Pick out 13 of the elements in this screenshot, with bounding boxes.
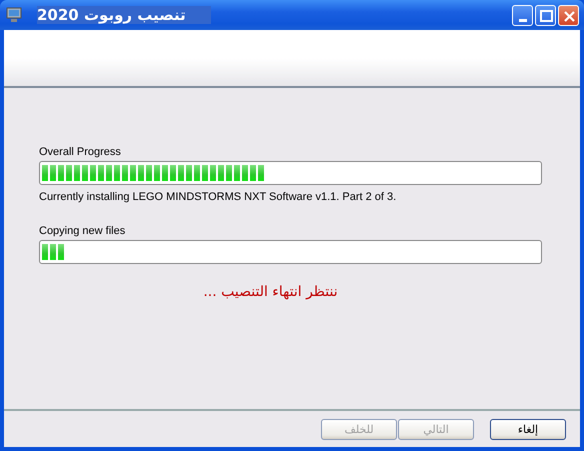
minimize-button[interactable]: [512, 4, 533, 26]
wizard-button[interactable]: إلغاء: [490, 418, 566, 440]
computer-icon: [5, 7, 23, 23]
close-icon: [564, 10, 576, 22]
waiting-message: ننتظر انتهاء التنصيب ...: [203, 284, 338, 300]
maximize-icon: [540, 10, 553, 22]
minimize-icon: [519, 18, 527, 22]
progress-label: Copying new files: [39, 225, 126, 237]
progress-label: Overall Progress: [39, 146, 122, 158]
maximize-button[interactable]: [535, 4, 556, 26]
status-text: Currently installing LEGO MINDSTORMS NXT Software v1.1. Part 2 of 3.: [39, 191, 398, 203]
close-button[interactable]: [558, 4, 579, 26]
window-title: تنصيب روبوت 2020: [37, 6, 211, 24]
